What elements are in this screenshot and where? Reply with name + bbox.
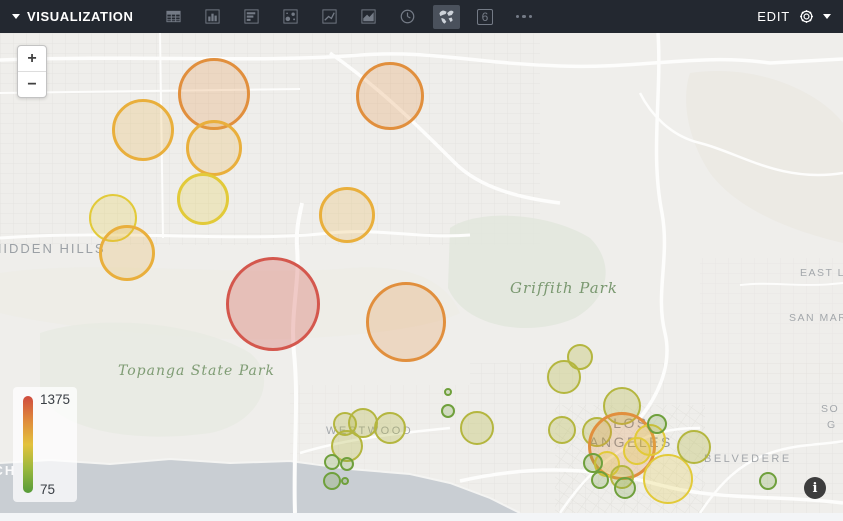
map-bubble[interactable] bbox=[441, 404, 455, 418]
map-bubble[interactable] bbox=[341, 477, 349, 485]
legend-min-value: 75 bbox=[40, 482, 55, 497]
zoom-in-button[interactable]: + bbox=[18, 46, 46, 72]
legend-gradient-bar bbox=[23, 396, 33, 493]
map-bubble[interactable] bbox=[444, 388, 452, 396]
map-canvas[interactable]: HIDDEN HILLSTopanga State ParkGriffith P… bbox=[0, 33, 843, 513]
zoom-out-button[interactable]: − bbox=[18, 72, 46, 97]
more-icon[interactable] bbox=[511, 5, 538, 29]
scatter-plot-icon[interactable] bbox=[277, 5, 304, 29]
viz-type-icon-row: 6 bbox=[160, 5, 538, 29]
map-bubble[interactable] bbox=[614, 477, 636, 499]
data-table-icon[interactable] bbox=[160, 5, 187, 29]
metric-icon[interactable]: 6 bbox=[472, 5, 499, 29]
map-info-button[interactable]: i bbox=[804, 477, 826, 499]
edit-controls: EDIT bbox=[757, 8, 831, 25]
edit-caret-down-icon[interactable] bbox=[823, 14, 831, 19]
legend-max-value: 1375 bbox=[40, 392, 70, 407]
map-bubble[interactable] bbox=[99, 225, 155, 281]
map-bubble[interactable] bbox=[324, 454, 340, 470]
map-bubble[interactable] bbox=[226, 257, 320, 351]
map-bubble-layer bbox=[0, 33, 843, 513]
map-bubble[interactable] bbox=[356, 62, 424, 130]
map-bubble[interactable] bbox=[319, 187, 375, 243]
map-bubble[interactable] bbox=[591, 471, 609, 489]
map-bubble[interactable] bbox=[759, 472, 777, 490]
map-bubble[interactable] bbox=[366, 282, 446, 362]
toolbar-title: VISUALIZATION bbox=[27, 9, 134, 24]
map-bubble[interactable] bbox=[647, 414, 667, 434]
gear-icon[interactable] bbox=[798, 8, 815, 25]
zoom-control: + − bbox=[17, 45, 47, 98]
toolbar: VISUALIZATION 6 EDIT bbox=[0, 0, 843, 33]
map-bubble[interactable] bbox=[323, 472, 341, 490]
map-bubble[interactable] bbox=[186, 120, 242, 176]
map-bubble[interactable] bbox=[623, 437, 651, 465]
area-chart-icon[interactable] bbox=[355, 5, 382, 29]
map-bubble[interactable] bbox=[177, 173, 229, 225]
visualization-app: VISUALIZATION 6 EDIT bbox=[0, 0, 843, 521]
map-bubble[interactable] bbox=[460, 411, 494, 445]
color-legend: 1375 75 bbox=[13, 387, 77, 502]
map-bubble[interactable] bbox=[548, 416, 576, 444]
vertical-bar-chart-icon[interactable] bbox=[199, 5, 226, 29]
map-bubble[interactable] bbox=[374, 412, 406, 444]
caret-down-icon bbox=[12, 14, 20, 19]
time-chart-icon[interactable] bbox=[394, 5, 421, 29]
map-bubble[interactable] bbox=[340, 457, 354, 471]
visualization-menu-toggle[interactable]: VISUALIZATION bbox=[12, 9, 134, 24]
map-bubble[interactable] bbox=[547, 360, 581, 394]
map-bubble[interactable] bbox=[677, 430, 711, 464]
map-bubble[interactable] bbox=[583, 453, 603, 473]
horizontal-bar-chart-icon[interactable] bbox=[238, 5, 265, 29]
edit-button[interactable]: EDIT bbox=[757, 9, 790, 24]
line-chart-icon[interactable] bbox=[316, 5, 343, 29]
map-bubble[interactable] bbox=[112, 99, 174, 161]
tile-map-icon[interactable] bbox=[433, 5, 460, 29]
